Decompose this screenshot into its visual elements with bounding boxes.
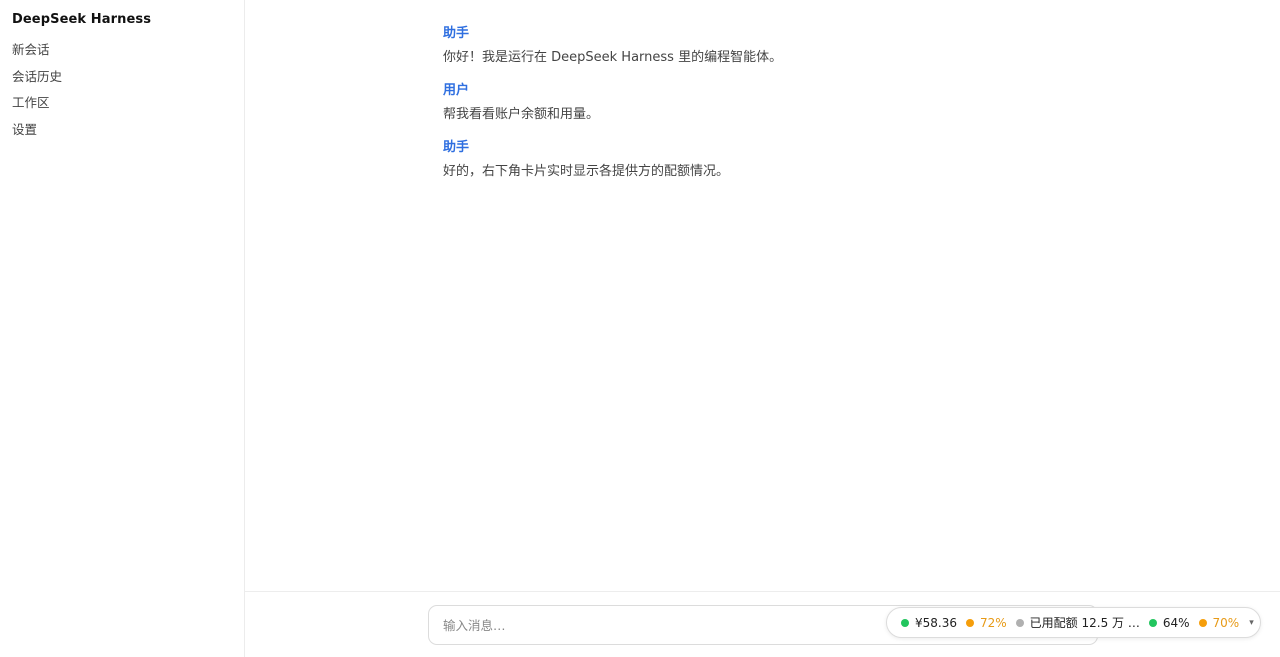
quota-usage: 64% [1148,615,1190,630]
quota-balance: ¥58.36 [901,616,957,630]
message-role: 助手 [443,26,470,41]
quota-value: 72% [980,615,1007,630]
quota-usage: 72% [966,616,1007,630]
quota-value: 已用配额 12.5 万 … [1029,616,1140,630]
app-title: DeepSeek Harness [12,12,152,27]
message-text: 好的，右下角卡片实时显示各提供方的配额情况。 [443,164,730,179]
message-list: 助手 你好！我是运行在 DeepSeek Harness 里的编程智能体。 用户… [443,25,1083,196]
message-item: 用户 帮我看看账户余额和用量。 [443,82,1083,124]
chevron-down-icon[interactable]: ▾ [1249,618,1254,628]
sidebar-item-workspace[interactable]: 工作区 [12,94,232,121]
status-dot-icon [966,618,974,627]
chat-main: 助手 你好！我是运行在 DeepSeek Harness 里的编程智能体。 用户… [245,0,1280,657]
sidebar-item-new-chat[interactable]: 新会话 [12,41,232,68]
status-dot-icon [1198,618,1207,627]
message-text: 你好！我是运行在 DeepSeek Harness 里的编程智能体。 [443,50,783,65]
status-dot-icon [901,618,909,627]
message-item: 助手 你好！我是运行在 DeepSeek Harness 里的编程智能体。 [443,25,1083,67]
quota-card[interactable]: ¥58.36 72% 已用配额 12.5 万 … 64% 70% ▾ [886,607,1261,638]
message-role: 助手 [443,140,470,155]
app-window: DeepSeek Harness 新会话 会话历史 工作区 设置 助手 你好！我… [0,0,1280,657]
quota-value: ¥58.36 [915,615,957,630]
message-role: 用户 [443,83,470,98]
quota-usage: 70% [1198,615,1240,630]
quota-used: 已用配额 12.5 万 … [1015,614,1140,631]
sidebar-item-settings[interactable]: 设置 [12,121,232,148]
quota-value: 64% [1162,615,1190,630]
status-dot-icon [1148,618,1157,627]
message-item: 助手 好的，右下角卡片实时显示各提供方的配额情况。 [443,139,1083,181]
sidebar: DeepSeek Harness 新会话 会话历史 工作区 设置 [0,0,245,657]
sidebar-item-chat-history[interactable]: 会话历史 [12,68,232,95]
quota-value: 70% [1212,615,1240,630]
status-dot-icon [1015,618,1024,627]
message-text: 帮我看看账户余额和用量。 [443,107,600,122]
